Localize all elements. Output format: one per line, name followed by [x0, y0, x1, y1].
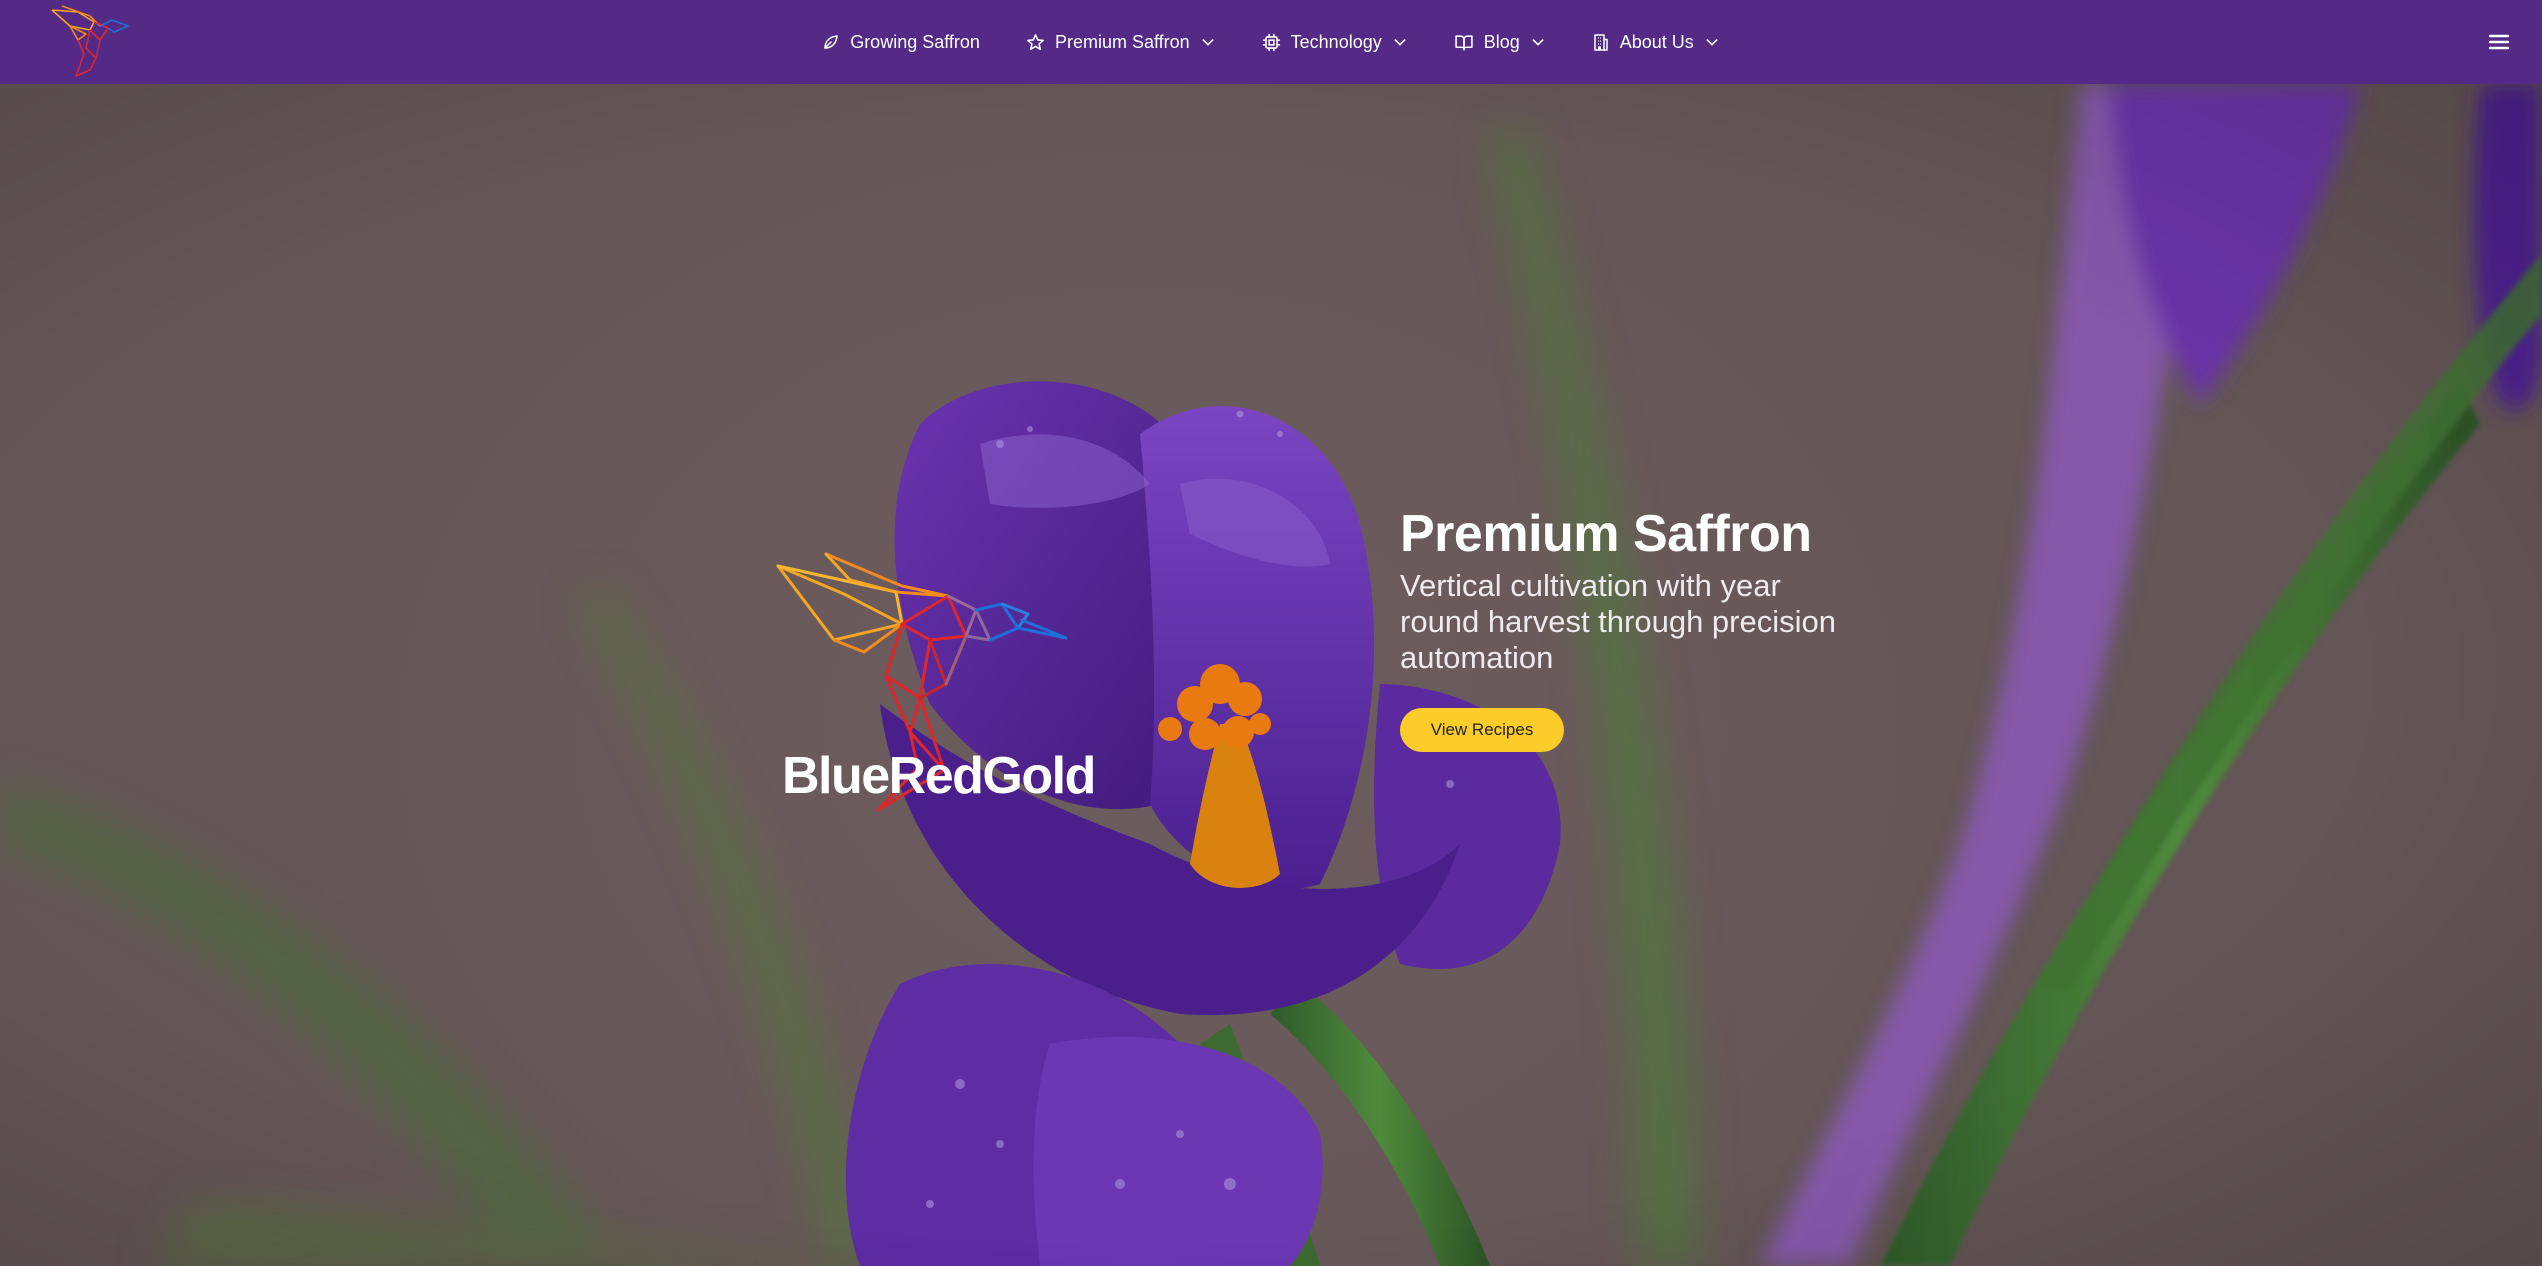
leaf-icon: [822, 33, 840, 51]
top-navbar: Growing Saffron Premium Saffron Technolo…: [0, 0, 2542, 84]
page: Growing Saffron Premium Saffron Technolo…: [0, 0, 2542, 1266]
hamburger-menu-icon[interactable]: [2486, 30, 2512, 54]
nav-item-label: Technology: [1290, 31, 1382, 52]
nav-item-technology[interactable]: Technology: [1262, 0, 1408, 84]
view-recipes-button[interactable]: View Recipes: [1400, 708, 1564, 752]
hero-section: BlueRedGold Premium Saffron Vertical cul…: [0, 84, 2542, 1266]
chevron-down-icon: [1200, 34, 1216, 50]
nav-item-growing-saffron[interactable]: Growing Saffron: [822, 0, 980, 84]
nav-item-label: Growing Saffron: [850, 31, 980, 52]
brand-name: BlueRedGold: [782, 747, 1096, 805]
main-nav-menu: Growing Saffron Premium Saffron Technolo…: [0, 0, 2542, 84]
hero-subtitle: Vertical cultivation with year round har…: [1400, 568, 1836, 675]
cpu-chip-icon: [1262, 33, 1281, 52]
nav-item-label: Premium Saffron: [1054, 31, 1190, 52]
nav-item-label: Blog: [1483, 31, 1520, 52]
building-icon: [1592, 33, 1610, 52]
chevron-down-icon: [1392, 34, 1408, 50]
nav-item-premium-saffron[interactable]: Premium Saffron: [1026, 0, 1216, 84]
nav-item-about-us[interactable]: About Us: [1592, 0, 1720, 84]
star-icon: [1026, 33, 1045, 52]
nav-item-label: About Us: [1619, 31, 1694, 52]
hero-title: Premium Saffron: [1400, 505, 1812, 563]
hero-background-image: [0, 84, 2542, 1266]
chevron-down-icon: [1530, 34, 1546, 50]
chevron-down-icon: [1704, 34, 1720, 50]
nav-item-blog[interactable]: Blog: [1454, 0, 1546, 84]
book-open-icon: [1454, 33, 1474, 52]
